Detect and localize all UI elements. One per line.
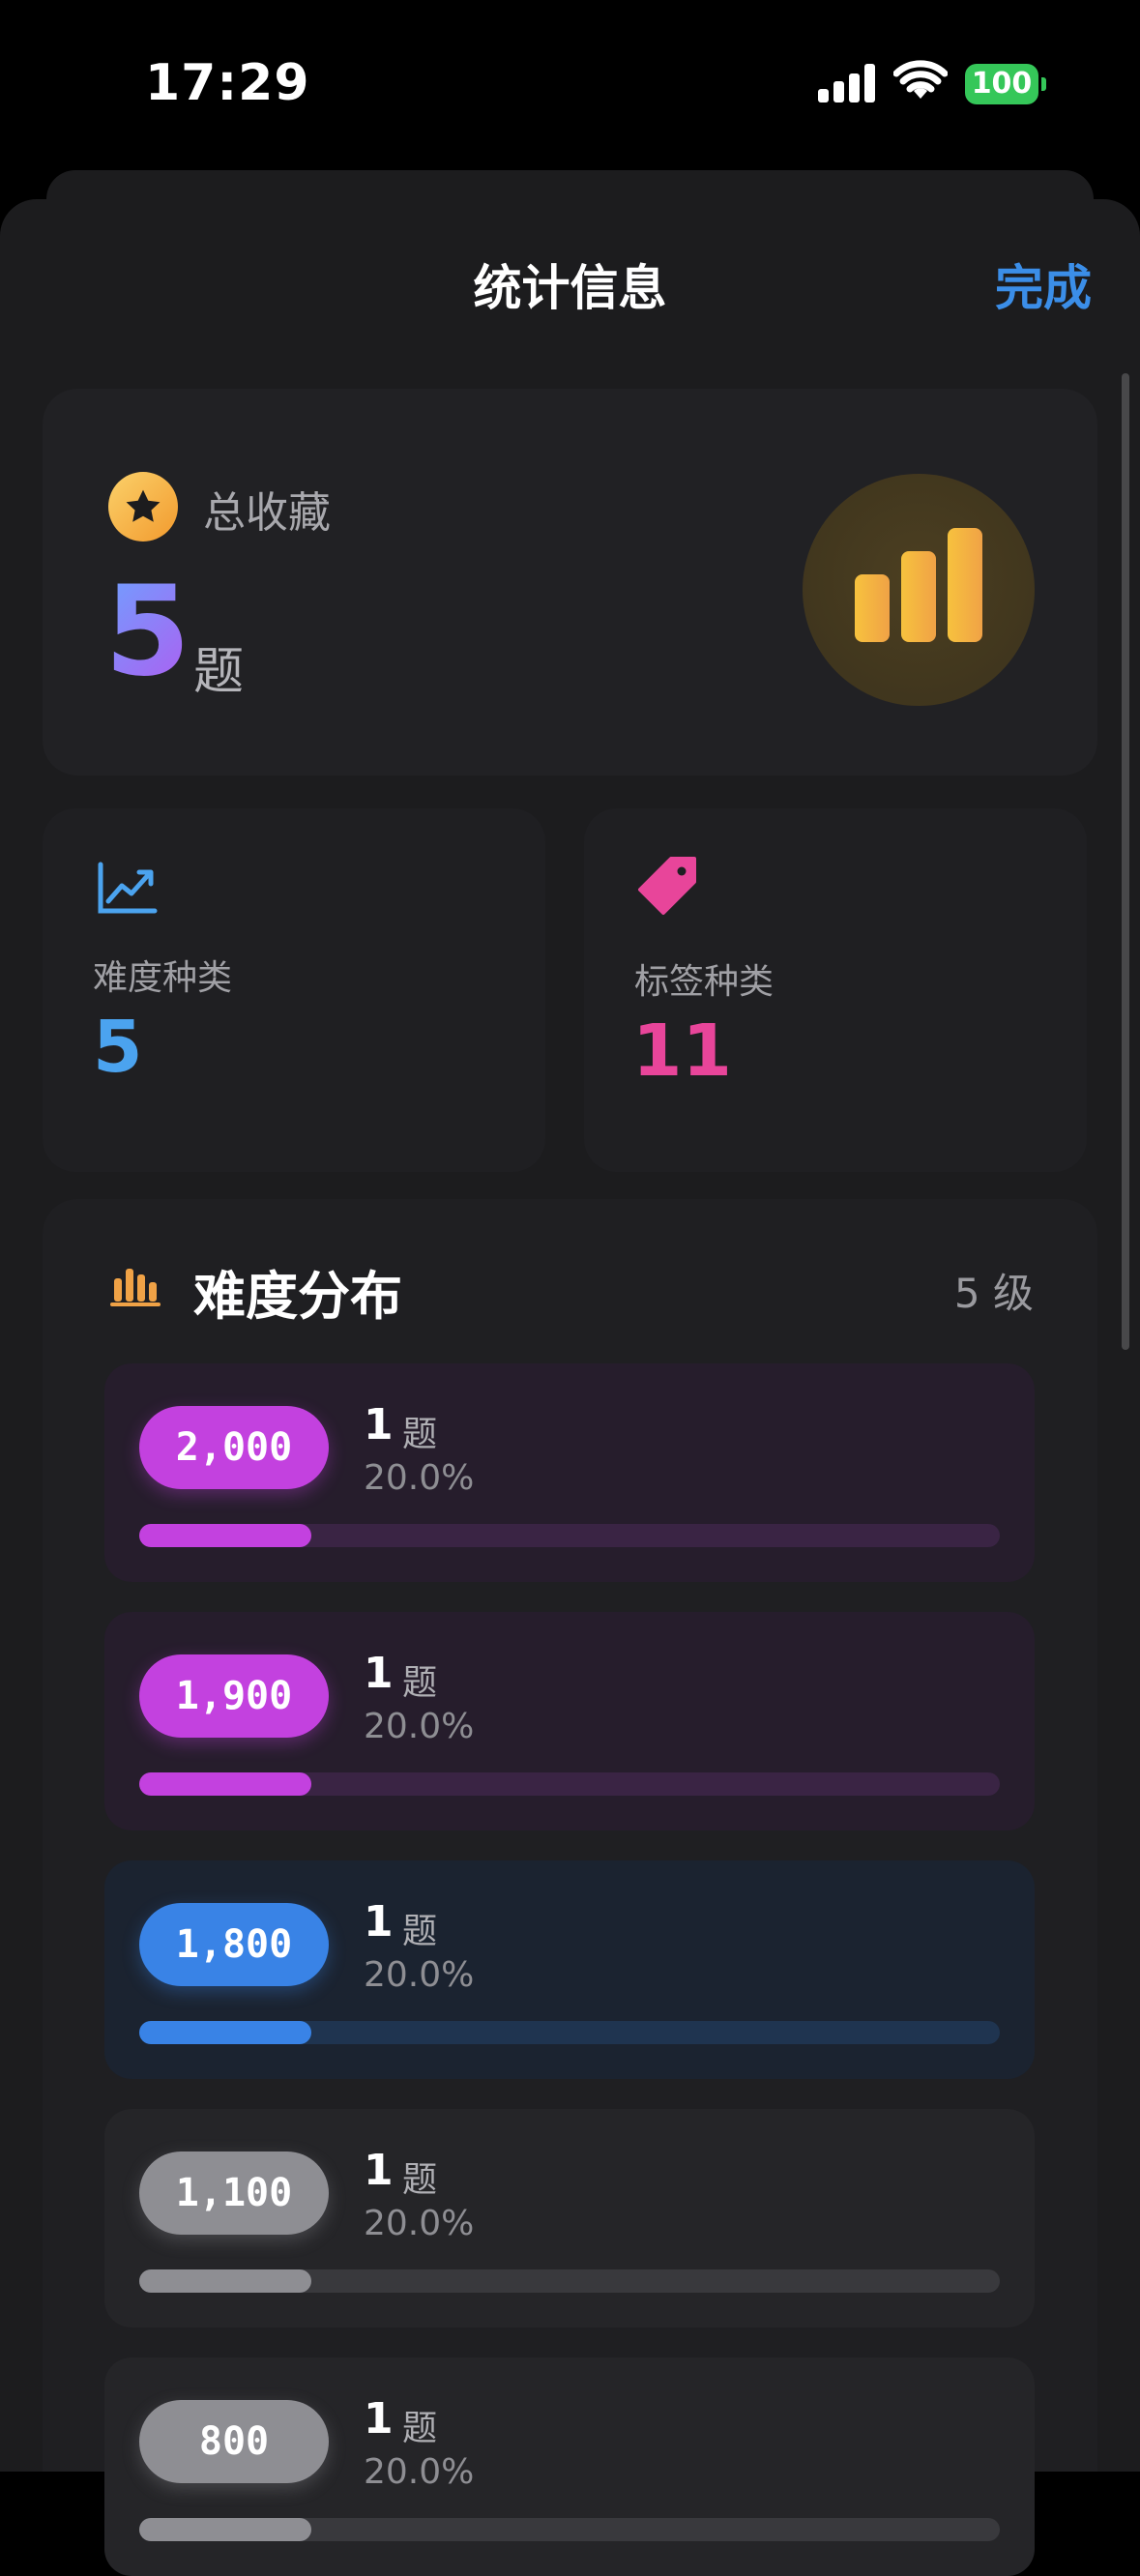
distribution-icon — [110, 1269, 161, 1306]
progress-fill — [139, 2021, 311, 2044]
progress-fill — [139, 2518, 311, 2541]
row-percent: 20.0% — [364, 1707, 475, 1746]
difficulty-types-label: 难度种类 — [93, 958, 233, 998]
signal-icon — [818, 64, 876, 102]
progress-fill — [139, 1772, 311, 1796]
status-time: 17:29 — [145, 54, 310, 112]
distribution-row: 2,000 1 题 20.0% — [104, 1363, 1035, 1582]
row-percent: 20.0% — [364, 2452, 475, 2492]
battery-cap — [1041, 77, 1046, 91]
page-title: 统计信息 — [473, 260, 667, 316]
progress-track — [139, 2518, 1000, 2541]
row-percent: 20.0% — [364, 1955, 475, 1995]
distribution-level-count: 5 级 — [953, 1270, 1034, 1317]
difficulty-types-value: 5 — [93, 1006, 143, 1089]
distribution-row: 1,800 1 题 20.0% — [104, 1860, 1035, 2079]
row-count: 1 — [364, 1897, 394, 1947]
progress-track — [139, 1772, 1000, 1796]
progress-track — [139, 2021, 1000, 2044]
total-favorites-count: 5 — [104, 560, 191, 704]
trend-chart-icon — [98, 862, 158, 914]
row-count: 1 — [364, 1400, 394, 1449]
difficulty-pill: 2,000 — [139, 1406, 329, 1489]
done-button[interactable]: 完成 — [995, 249, 1092, 319]
difficulty-pill: 800 — [139, 2400, 329, 2483]
star-icon — [108, 472, 178, 542]
distribution-row: 1,100 1 题 20.0% — [104, 2109, 1035, 2327]
total-favorites-unit: 题 — [193, 643, 245, 701]
bar-chart-icon — [855, 528, 982, 642]
row-unit: 题 — [402, 1415, 438, 1454]
wifi-icon — [893, 60, 948, 99]
distribution-row: 800 1 题 20.0% — [104, 2357, 1035, 2576]
progress-fill — [139, 1524, 311, 1547]
bar-chart-badge — [803, 474, 1035, 706]
tag-types-value: 11 — [632, 1010, 732, 1093]
row-count: 1 — [364, 1649, 394, 1698]
progress-fill — [139, 2269, 311, 2293]
scroll-indicator[interactable] — [1122, 373, 1129, 1350]
row-count: 1 — [364, 2394, 394, 2444]
tag-icon — [638, 857, 696, 915]
difficulty-pill: 1,100 — [139, 2152, 329, 2235]
row-percent: 20.0% — [364, 1458, 475, 1498]
difficulty-pill: 1,800 — [139, 1903, 329, 1986]
row-count: 1 — [364, 2146, 394, 2195]
distribution-row: 1,900 1 题 20.0% — [104, 1612, 1035, 1830]
total-favorites-label: 总收藏 — [203, 488, 331, 538]
row-unit: 题 — [402, 2409, 438, 2448]
row-unit: 题 — [402, 1663, 438, 1703]
row-unit: 题 — [402, 1912, 438, 1951]
progress-track — [139, 2269, 1000, 2293]
row-unit: 题 — [402, 2160, 438, 2200]
tag-types-label: 标签种类 — [634, 962, 775, 1002]
progress-track — [139, 1524, 1000, 1547]
difficulty-pill: 1,900 — [139, 1654, 329, 1738]
row-percent: 20.0% — [364, 2204, 475, 2243]
battery-indicator: 100 — [965, 64, 1038, 104]
distribution-title: 难度分布 — [193, 1266, 402, 1327]
